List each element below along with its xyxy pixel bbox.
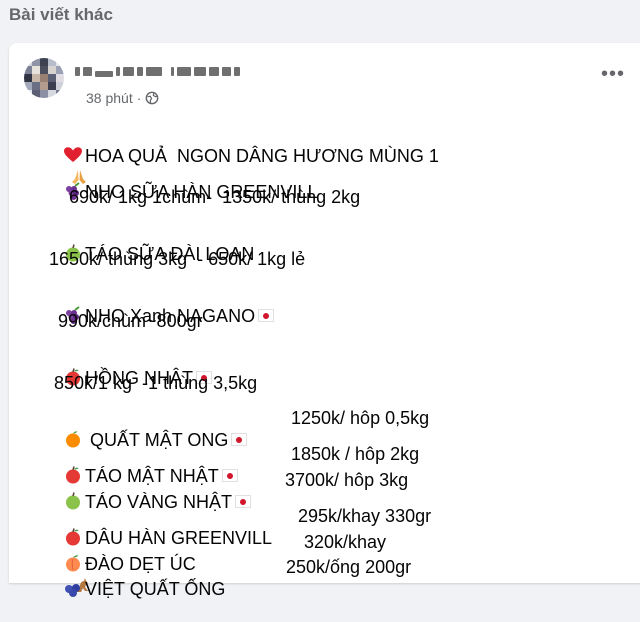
post-line: 320k/khay: [304, 532, 387, 552]
author-name[interactable]: [75, 63, 265, 79]
avatar[interactable]: [24, 58, 64, 98]
japan-flag-icon: [258, 309, 275, 322]
post-line: 690k/ 1kg 1chùm- 1350k/ thùng 2kg: [69, 187, 361, 207]
post-line: 1850k / hôp 2kg: [291, 444, 420, 464]
post-line: 850k/1 kg -1 thùng 3,5kg: [54, 373, 258, 393]
post-line: 1250k/ hôp 0,5kg: [291, 408, 430, 428]
post-line: VIỆT QUẤT ỐNG: [33, 556, 225, 622]
globe-icon: [146, 91, 159, 105]
more-options-icon[interactable]: •••: [601, 64, 625, 84]
post-card: 38 phút · ••• HOA QUẢ NGON DÂNG HƯƠNG MÙ…: [9, 43, 640, 599]
post-line: 3700k/ hôp 3kg: [285, 470, 409, 490]
post-meta: 38 phút ·: [86, 90, 159, 106]
section-title: Bài viết khác: [9, 5, 113, 24]
post-line: 1650k/ thùng 3kg - 650k/ 1kg lẻ: [49, 249, 306, 269]
post-line: 250k/ống 200gr: [286, 557, 412, 577]
post-line: 295k/khay 330gr: [298, 506, 432, 526]
blueberries-icon: [65, 584, 81, 597]
meta-separator: ·: [136, 90, 142, 106]
post-line: 990k/chùm~800gr: [58, 311, 203, 331]
post-time[interactable]: 38 phút: [86, 90, 133, 106]
